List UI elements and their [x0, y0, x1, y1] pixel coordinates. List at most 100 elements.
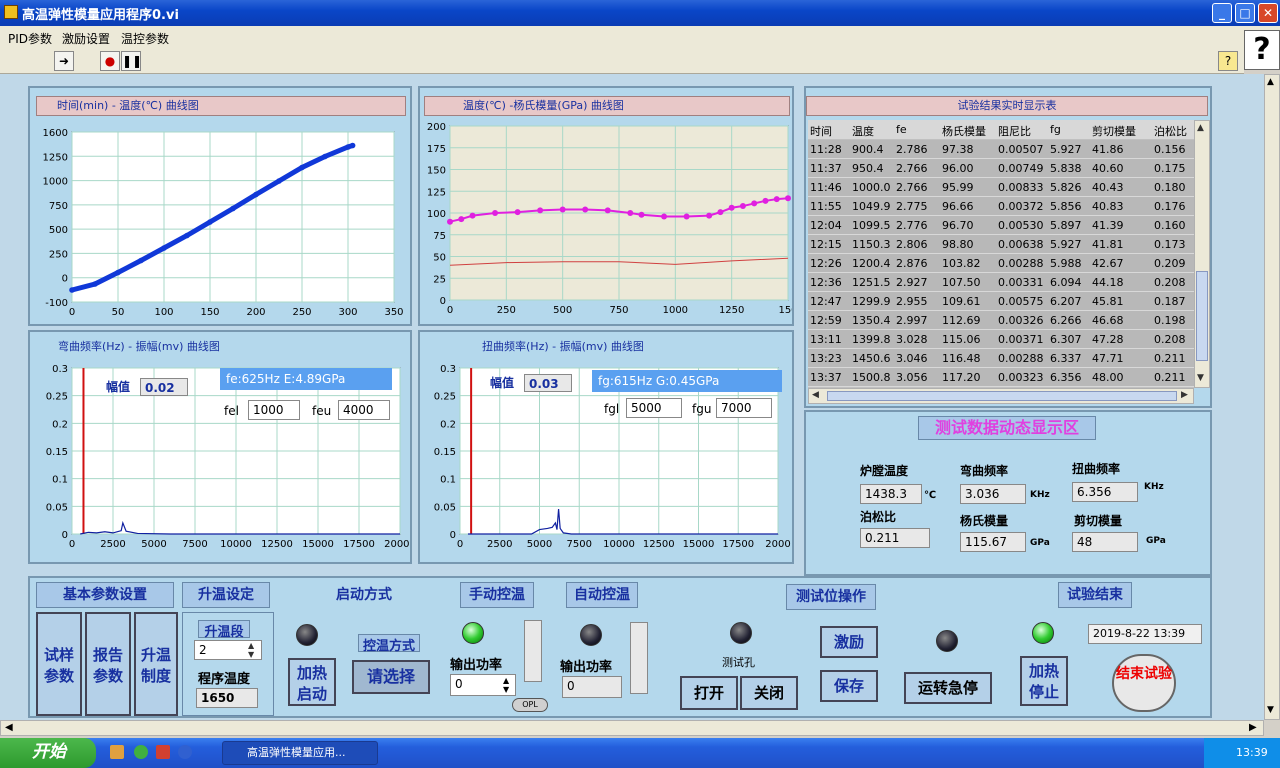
win-scroll-down-icon[interactable]: ▼	[1267, 705, 1274, 715]
window-vscroll[interactable]: ▲ ▼	[1264, 74, 1280, 720]
results-hscroll[interactable]: ◀ ▶	[808, 388, 1194, 404]
scroll-thumb[interactable]	[1196, 271, 1208, 361]
furnace-value: 1438.3	[860, 484, 922, 504]
y-tick-label: 125	[427, 187, 446, 198]
ctrl-mode-select[interactable]: 请选择	[352, 660, 430, 694]
young-unit: GPa	[1030, 538, 1050, 548]
modulus-point	[717, 209, 724, 216]
menu-excite[interactable]: 激励设置	[62, 30, 110, 47]
clock: 13:39	[1236, 746, 1268, 759]
menu-pid[interactable]: PID参数	[8, 30, 52, 47]
x-tick-label: 300	[338, 307, 357, 318]
table-cell: 96.00	[942, 162, 974, 175]
scroll-up-icon[interactable]: ▲	[1197, 123, 1204, 133]
table-cell: 0.00323	[998, 371, 1044, 384]
y-tick-label: 0.2	[440, 419, 456, 430]
table-cell: 12:59	[810, 314, 842, 327]
table-cell: 2.997	[896, 314, 928, 327]
heat-stop-button[interactable]: 加热停止	[1020, 656, 1068, 706]
report-params-button[interactable]: 报告参数	[85, 612, 131, 716]
shear-value: 48	[1072, 532, 1138, 552]
column-header: fe	[896, 123, 907, 136]
heat-system-button[interactable]: 升温制度	[134, 612, 178, 716]
column-header: 温度	[852, 125, 874, 138]
table-cell: 116.48	[942, 352, 981, 365]
table-cell: 6.337	[1050, 352, 1082, 365]
table-cell: 109.61	[942, 295, 981, 308]
fel-input[interactable]: 1000	[248, 400, 300, 420]
tors-freq-title: 扭曲频率(Hz) - 振幅(mv) 曲线图	[424, 338, 790, 358]
scroll-left-icon[interactable]: ◀	[812, 390, 819, 400]
table-cell: 2.775	[896, 200, 928, 213]
scroll-right-icon[interactable]: ▶	[1181, 390, 1188, 400]
scroll-down-icon[interactable]: ▼	[1197, 373, 1204, 383]
fgl-input[interactable]: 5000	[626, 398, 682, 418]
maximize-button[interactable]: □	[1235, 3, 1255, 23]
menu-tempctrl[interactable]: 温控参数	[121, 30, 169, 47]
opl-button[interactable]: OPL	[512, 698, 548, 712]
table-cell: 12:47	[810, 295, 842, 308]
save-button[interactable]: 保存	[820, 670, 878, 702]
help-icon[interactable]: ?	[1244, 30, 1280, 70]
prog-temp-value: 1650	[196, 688, 258, 708]
estop-button[interactable]: 运转急停	[904, 672, 992, 704]
x-tick-label: 17500	[722, 539, 754, 550]
x-tick-label: 2000	[765, 539, 790, 550]
hscroll-thumb[interactable]	[827, 391, 1177, 401]
manual-slider[interactable]	[524, 620, 542, 682]
quicklaunch-icon[interactable]	[110, 745, 124, 759]
excite-button[interactable]: 激励	[820, 626, 878, 658]
prog-temp-label: 程序温度	[198, 672, 251, 687]
feu-input[interactable]: 4000	[338, 400, 390, 420]
x-tick-label: 2500	[487, 539, 512, 550]
start-button[interactable]: 开始	[0, 738, 96, 768]
test-ops-title: 测试位操作	[786, 584, 876, 610]
modulus-point	[458, 216, 465, 223]
y-tick-label: 25	[433, 274, 446, 285]
y-tick-label: 0.15	[46, 447, 68, 458]
quicklaunch-icon[interactable]	[156, 745, 170, 759]
close-hole-button[interactable]: 关闭	[740, 676, 798, 710]
win-scroll-left-icon[interactable]: ◀	[5, 722, 13, 733]
y-tick-label: 0.25	[434, 392, 456, 403]
manual-power-stepper[interactable]: ▲ ▼	[503, 676, 509, 694]
x-tick-label: 350	[384, 307, 403, 318]
sample-params-button[interactable]: 试样参数	[36, 612, 82, 716]
x-tick-label: 5000	[141, 539, 166, 550]
bend-amp-value: 0.02	[140, 378, 188, 396]
fgu-input[interactable]: 7000	[716, 398, 772, 418]
x-tick-label: 2500	[100, 539, 125, 550]
window-hscroll[interactable]: ◀ ▶	[0, 720, 1264, 736]
results-vscroll[interactable]: ▲ ▼	[1194, 120, 1210, 388]
end-test-button[interactable]: 结束试验	[1112, 654, 1176, 712]
ramp-seg-stepper[interactable]: ▲ ▼	[248, 641, 254, 659]
pause-icon[interactable]: ❚❚	[121, 51, 142, 71]
open-button[interactable]: 打开	[680, 676, 738, 710]
table-cell: 3.046	[896, 352, 928, 365]
furnace-unit: ℃	[924, 490, 937, 501]
table-cell: 0.187	[1154, 295, 1186, 308]
close-button[interactable]: ✕	[1258, 3, 1278, 23]
quicklaunch-icon[interactable]	[134, 745, 148, 759]
modulus-point	[773, 196, 780, 203]
time-temp-chart: 0 50 100 150 200 250 300 350 1600 1250 1000 750 500 2…	[43, 128, 404, 318]
furnace-label: 炉膛温度	[860, 464, 909, 478]
table-row: 12:04 1099.5 2.776 96.70 0.00530 5.897 41.39 0.…	[808, 216, 1194, 235]
table-cell: 1099.5	[852, 219, 891, 232]
win-scroll-up-icon[interactable]: ▲	[1267, 77, 1274, 87]
quicklaunch-icon[interactable]	[178, 745, 192, 759]
y-tick-label: 0.1	[440, 475, 456, 486]
taskbar-window-button[interactable]: 高温弹性模量应用...	[222, 741, 378, 765]
x-tick-label: 7500	[182, 539, 207, 550]
fel-label: fel	[224, 404, 239, 418]
win-scroll-right-icon[interactable]: ▶	[1249, 722, 1257, 733]
abort-icon[interactable]: ●	[100, 51, 120, 71]
title-bar: 高温弹性模量应用程序0.vi _ □ ✕	[0, 0, 1280, 26]
heat-start-button[interactable]: 加热启动	[288, 658, 336, 706]
minimize-button[interactable]: _	[1212, 3, 1232, 23]
auto-slider[interactable]	[630, 622, 648, 694]
table-cell: 950.4	[852, 162, 884, 175]
table-cell: 46.68	[1092, 314, 1124, 327]
context-help-icon[interactable]: ?	[1218, 51, 1238, 71]
run-arrow-icon[interactable]: ➜	[54, 51, 74, 71]
